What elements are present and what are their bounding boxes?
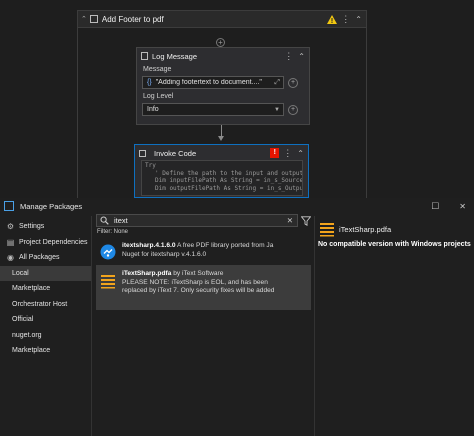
sidebar-item-marketplace-2[interactable]: Marketplace: [0, 343, 91, 359]
package-description: Nuget for itextsharp v.4.1.6.0: [122, 250, 207, 258]
app-logo-icon: [4, 201, 14, 211]
sequence-title: Add Footer to pdf: [101, 14, 164, 24]
sidebar-item-official[interactable]: Official: [0, 312, 91, 328]
error-badge-icon[interactable]: !: [270, 148, 280, 158]
package-description: PLEASE NOTE: iTextSharp is EOL, and has …: [122, 278, 268, 286]
expand-icon[interactable]: ⤢: [274, 79, 280, 87]
package-author: by iText Software: [173, 270, 224, 277]
sidebar-item-label: Local: [12, 269, 29, 277]
code-line: Dim inputFilePath As String = in_s_Sourc…: [155, 177, 303, 184]
log-message-icon: [141, 52, 148, 60]
filter-label[interactable]: Filter: None: [97, 229, 128, 235]
sidebar-item-label: All Packages: [19, 254, 60, 262]
close-icon[interactable]: ✕: [459, 202, 466, 211]
sidebar-item-local[interactable]: Local: [0, 265, 91, 281]
connector-arrow-icon: [218, 136, 224, 141]
sidebar-item-marketplace[interactable]: Marketplace: [0, 281, 91, 297]
code-line: Try: [145, 162, 156, 169]
code-line: Dim outputFilePath As String = in_s_Outp…: [155, 184, 303, 192]
window-title: Manage Packages: [20, 201, 83, 211]
warning-icon[interactable]: [327, 14, 338, 24]
clear-search-icon[interactable]: ✕: [287, 216, 293, 225]
message-add-icon[interactable]: +: [288, 78, 298, 88]
sidebar-item-nuget-org[interactable]: nuget.org: [0, 328, 91, 344]
filter-icon[interactable]: [301, 216, 311, 226]
search-input[interactable]: itext: [114, 216, 128, 225]
log-message-menu-icon[interactable]: ⋮: [284, 51, 293, 62]
maximize-icon[interactable]: ☐: [431, 201, 439, 212]
log-message-header: Log Message ⋮ ⌃: [137, 48, 309, 64]
package-description-2: replaced by iText 7. Only security fixes…: [122, 287, 275, 295]
invoke-code-collapse-icon[interactable]: ⌃: [297, 149, 304, 158]
invoke-code-menu-icon[interactable]: ⋮: [283, 148, 292, 159]
sequence-menu-icon[interactable]: ⋮: [341, 14, 350, 25]
log-message-title: Log Message: [152, 51, 198, 61]
sidebar-item-all-packages[interactable]: ◉ All Packages: [0, 250, 91, 266]
expression-icon: {}: [147, 79, 152, 86]
sidebar-item-label: Marketplace: [12, 347, 51, 355]
sequence-icon: [89, 15, 98, 23]
log-message-collapse-icon[interactable]: ⌃: [298, 52, 305, 61]
sidebar-item-label: Official: [12, 316, 34, 324]
add-activity-icon[interactable]: +: [216, 38, 225, 47]
sequence-collapse-icon[interactable]: ⌃: [355, 15, 362, 24]
code-editor[interactable]: Try ' Define the path to the input and o…: [141, 160, 303, 196]
sources-sidebar: ⚙ Settings ▤ Project Dependencies ◉ All …: [0, 216, 92, 436]
message-label: Message: [143, 66, 172, 73]
itext-blue-icon: [100, 244, 116, 260]
code-line: ' Define the path to the input and outpu…: [155, 169, 303, 177]
window-titlebar[interactable]: Manage Packages ☐ ✕: [0, 198, 474, 214]
dependencies-icon: ▤: [6, 237, 15, 247]
invoke-code-header: Invoke Code ! ⋮ ⌃: [135, 145, 308, 161]
packages-icon: ◉: [7, 253, 14, 263]
sidebar-item-label: Settings: [19, 223, 45, 231]
chevron-down-icon: ▼: [274, 106, 280, 113]
itext-stack-icon: [320, 223, 334, 237]
detail-compat-message: No compatible version with Windows proje…: [318, 241, 471, 248]
log-level-label: Log Level: [143, 93, 174, 100]
sidebar-item-project-dependencies[interactable]: ▤ Project Dependencies: [0, 235, 91, 251]
sidebar-item-label: Orchestrator Host: [12, 300, 68, 308]
package-row-selected[interactable]: iTextSharp.pdfa by iText Software PLEASE…: [96, 265, 311, 310]
invoke-code-icon: [139, 149, 146, 157]
sidebar-item-label: Marketplace: [12, 285, 51, 293]
package-row[interactable]: itextsharp.4.1.6.0 A free PDF library po…: [96, 240, 311, 264]
package-detail-pane: [314, 216, 474, 436]
package-name: iTextSharp.pdfa: [122, 270, 172, 277]
itext-stack-icon: [101, 275, 115, 289]
sidebar-item-settings[interactable]: ⚙ Settings: [0, 219, 91, 235]
search-box[interactable]: itext ✕: [96, 214, 298, 227]
sidebar-item-label: Project Dependencies: [19, 238, 88, 246]
sequence-header[interactable]: ⌃ Add Footer to pdf ⋮ ⌃: [77, 10, 367, 28]
sidebar-item-label: nuget.org: [12, 331, 42, 339]
message-field[interactable]: {} "Adding footertext to document...." ⤢: [142, 76, 284, 89]
collapse-arrow-icon[interactable]: ⌃: [81, 15, 87, 23]
message-value: "Adding footertext to document....": [155, 79, 262, 86]
gear-icon: ⚙: [6, 222, 15, 232]
package-name: itextsharp.4.1.6.0: [122, 242, 176, 249]
invoke-code-title: Invoke Code: [154, 148, 197, 158]
log-level-value: Info: [147, 106, 159, 113]
log-level-dropdown[interactable]: Info ▼: [142, 103, 284, 116]
detail-package-name: iTextSharp.pdfa: [339, 225, 392, 234]
package-summary: A free PDF library ported from Ja: [176, 242, 274, 249]
search-icon: [100, 216, 109, 225]
sidebar-item-orchestrator-host[interactable]: Orchestrator Host: [0, 297, 91, 313]
log-level-add-icon[interactable]: +: [288, 105, 298, 115]
